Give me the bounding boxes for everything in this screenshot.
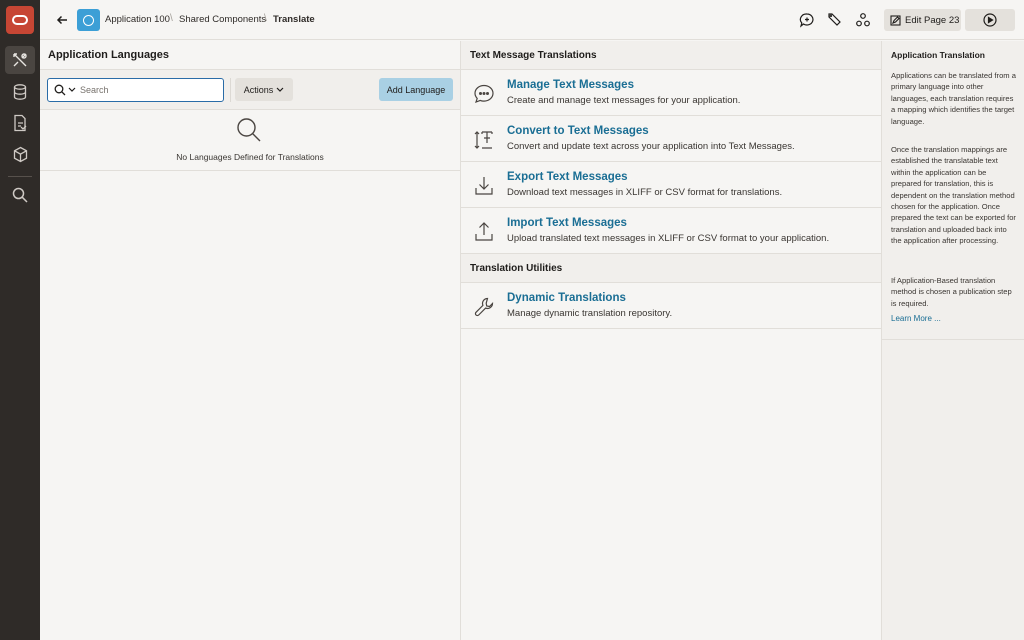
- toolbar-divider: [230, 78, 231, 102]
- actions-menu-button[interactable]: Actions: [235, 78, 293, 101]
- help-paragraph: Once the translation mappings are establ…: [891, 145, 1016, 246]
- upload-icon: [472, 220, 496, 244]
- help-paragraph: If Application-Based translation method …: [891, 276, 1012, 308]
- actions-label: Actions: [243, 84, 274, 95]
- top-header: Application 100 \ Shared Components \ Tr…: [40, 0, 1024, 40]
- chevron-down-icon[interactable]: [68, 87, 76, 93]
- edit-page-label: Edit Page 23: [905, 14, 960, 26]
- link-description: Convert and update text across your appl…: [507, 141, 795, 152]
- link-description: Download text messages in XLIFF or CSV f…: [507, 187, 783, 198]
- rail-divider: [8, 176, 32, 177]
- translation-tasks-panel: Text Message Translations Manage Text Me…: [461, 41, 882, 640]
- link-description: Manage dynamic translation repository.: [507, 308, 673, 319]
- empty-message: No Languages Defined for Translations: [176, 152, 324, 162]
- team-development-icon[interactable]: [5, 109, 35, 137]
- manage-text-messages-link[interactable]: Manage Text Messages Create and manage t…: [461, 70, 881, 116]
- breadcrumb-separator: \: [170, 13, 173, 24]
- chevron-down-icon: [276, 87, 284, 92]
- search-icon[interactable]: [54, 84, 66, 96]
- convert-text-icon: [472, 128, 496, 152]
- back-arrow-icon[interactable]: [54, 12, 70, 28]
- application-languages-panel: Application Languages Actions Add Langua…: [40, 41, 461, 640]
- developer-tools-icon[interactable]: [826, 12, 842, 28]
- learn-more-link[interactable]: Learn More ...: [891, 314, 941, 323]
- app-builder-icon[interactable]: [5, 46, 35, 74]
- search-field[interactable]: [47, 78, 224, 102]
- section-title-text-message-translations: Text Message Translations: [461, 41, 881, 70]
- section-title-translation-utilities: Translation Utilities: [461, 254, 881, 283]
- help-title: Application Translation: [891, 50, 985, 60]
- convert-to-text-messages-link[interactable]: Convert to Text Messages Convert and upd…: [461, 116, 881, 162]
- breadcrumb-current: Translate: [273, 14, 315, 25]
- search-input[interactable]: [80, 82, 220, 98]
- download-icon: [472, 174, 496, 198]
- import-text-messages-link[interactable]: Import Text Messages Upload translated t…: [461, 208, 881, 254]
- edit-page-button[interactable]: Edit Page 23: [884, 9, 961, 31]
- navigation-rail: [0, 0, 40, 640]
- link-title[interactable]: Manage Text Messages: [507, 79, 634, 91]
- link-title[interactable]: Import Text Messages: [507, 217, 627, 229]
- link-title[interactable]: Dynamic Translations: [507, 292, 626, 304]
- search-icon[interactable]: [5, 181, 35, 209]
- link-title[interactable]: Convert to Text Messages: [507, 125, 649, 137]
- breadcrumb-shared-components[interactable]: Shared Components: [179, 14, 266, 25]
- oracle-logo-icon[interactable]: [6, 6, 34, 34]
- link-description: Create and manage text messages for your…: [507, 95, 741, 106]
- add-language-button[interactable]: Add Language: [379, 78, 453, 101]
- help-region: Application Translation Applications can…: [882, 41, 1024, 340]
- no-data-search-icon: [237, 118, 261, 142]
- link-title[interactable]: Export Text Messages: [507, 171, 628, 183]
- gallery-icon[interactable]: [5, 140, 35, 168]
- chat-bubble-icon: [472, 82, 496, 106]
- application-icon[interactable]: [77, 9, 100, 31]
- empty-state: No Languages Defined for Translations: [40, 110, 460, 171]
- breadcrumb-separator: \: [264, 13, 267, 24]
- help-panel: Application Translation Applications can…: [882, 41, 1024, 640]
- feedback-icon[interactable]: [799, 12, 815, 28]
- run-page-button[interactable]: [965, 9, 1015, 31]
- shared-components-icon[interactable]: [855, 12, 871, 28]
- report-toolbar: Actions Add Language: [40, 69, 460, 110]
- help-paragraph: Applications can be translated from a pr…: [891, 71, 1016, 126]
- edit-pencil-icon: [890, 14, 901, 26]
- wrench-icon: [472, 295, 496, 319]
- dynamic-translations-link[interactable]: Dynamic Translations Manage dynamic tran…: [461, 283, 881, 329]
- breadcrumb-application[interactable]: Application 100: [105, 14, 170, 25]
- sql-workshop-icon[interactable]: [5, 78, 35, 106]
- link-description: Upload translated text messages in XLIFF…: [507, 233, 830, 244]
- panel-title: Application Languages: [48, 49, 170, 61]
- export-text-messages-link[interactable]: Export Text Messages Download text messa…: [461, 162, 881, 208]
- play-icon: [983, 13, 997, 27]
